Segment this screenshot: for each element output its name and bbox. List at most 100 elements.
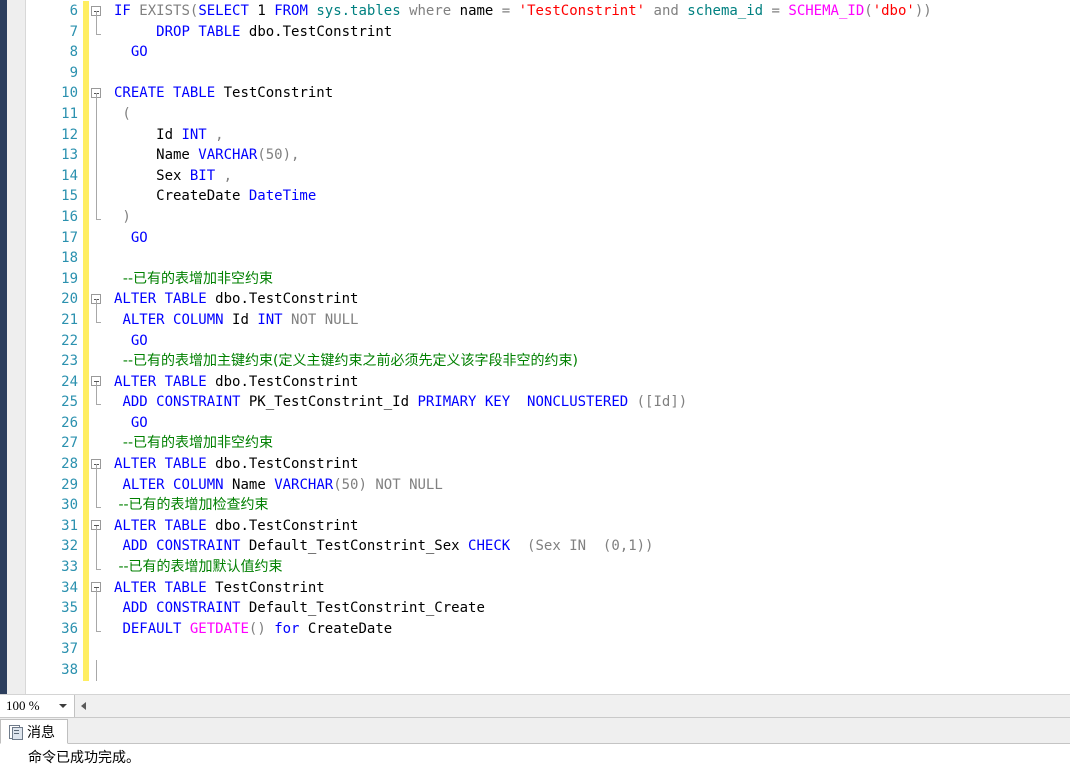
code-line[interactable]: 11 ( bbox=[26, 103, 1070, 125]
change-indicator-bar bbox=[83, 248, 89, 269]
code-line[interactable]: 32 ADD CONSTRAINT Default_TestConstrint_… bbox=[26, 536, 1070, 558]
code-line[interactable]: 37 bbox=[26, 639, 1070, 660]
code-token: GO bbox=[130, 229, 148, 246]
code-line-list[interactable]: 6 IF EXISTS(SELECT 1 FROM sys.tables wher… bbox=[26, 0, 1070, 681]
code-line[interactable]: 20 ALTER TABLE dbo.TestConstrint bbox=[26, 289, 1070, 310]
horizontal-scrollbar[interactable] bbox=[75, 695, 1070, 717]
code-text: Id INT , bbox=[114, 125, 223, 146]
code-line[interactable]: 16 ) bbox=[26, 206, 1070, 228]
code-token: dbo.TestConstrint bbox=[215, 456, 359, 473]
code-token: TABLE bbox=[164, 373, 216, 390]
collapse-region-icon[interactable] bbox=[90, 83, 104, 104]
tab-messages[interactable]: 消息 bbox=[0, 719, 68, 744]
code-line[interactable]: 12 Id INT , bbox=[26, 124, 1070, 146]
code-scroll-area[interactable]: 6 IF EXISTS(SELECT 1 FROM sys.tables wher… bbox=[26, 0, 1070, 694]
code-token: dbo.TestConstrint bbox=[248, 23, 393, 40]
code-line[interactable]: 22 GO bbox=[26, 330, 1070, 352]
code-line[interactable]: 10 CREATE TABLE TestConstrint bbox=[26, 83, 1070, 104]
line-number: 16 bbox=[61, 208, 78, 225]
code-line[interactable]: 6 IF EXISTS(SELECT 1 FROM sys.tables wher… bbox=[26, 1, 1070, 22]
code-line[interactable]: 34 ALTER TABLE TestConstrint bbox=[26, 577, 1070, 599]
code-line[interactable]: 25 ADD CONSTRAINT PK_TestConstrint_Id PR… bbox=[26, 392, 1070, 413]
code-token: BIT bbox=[189, 167, 224, 184]
code-text: ADD CONSTRAINT Default_TestConstrint_Sex… bbox=[114, 536, 654, 557]
code-line[interactable]: 28 ALTER TABLE dbo.TestConstrint bbox=[26, 454, 1070, 475]
code-line[interactable]: 21 ALTER COLUMN Id INT NOT NULL bbox=[26, 309, 1070, 331]
code-text: ADD CONSTRAINT Default_TestConstrint_Cre… bbox=[114, 598, 484, 619]
line-number: 36 bbox=[61, 620, 78, 637]
code-line[interactable]: 15 CreateDate DateTime bbox=[26, 186, 1070, 207]
code-line[interactable]: 9 bbox=[26, 62, 1070, 84]
scroll-left-arrow-icon[interactable] bbox=[75, 695, 91, 717]
code-token: ALTER bbox=[122, 476, 174, 493]
code-line[interactable]: 13 Name VARCHAR(50), bbox=[26, 145, 1070, 166]
collapse-region-icon[interactable] bbox=[90, 289, 104, 310]
code-text: ALTER COLUMN Name VARCHAR(50) NOT NULL bbox=[114, 475, 442, 496]
code-token: PRIMARY KEY bbox=[417, 394, 519, 411]
fold-margin-empty bbox=[90, 639, 104, 660]
change-indicator-bar bbox=[83, 289, 89, 310]
code-line[interactable]: 26 GO bbox=[26, 412, 1070, 434]
selection-margin[interactable] bbox=[7, 0, 26, 694]
messages-output[interactable]: 命令已成功完成。 bbox=[0, 744, 1070, 775]
code-token: ADD bbox=[122, 394, 157, 411]
code-token: where bbox=[409, 3, 460, 19]
code-text: ALTER TABLE TestConstrint bbox=[114, 578, 325, 599]
change-indicator-bar bbox=[83, 103, 89, 125]
code-line[interactable]: 30 --已有的表增加检查约束 bbox=[26, 495, 1070, 516]
collapse-region-icon[interactable] bbox=[90, 454, 104, 475]
region-end-marker bbox=[90, 206, 104, 228]
code-token: TABLE bbox=[198, 23, 249, 40]
chevron-down-icon[interactable] bbox=[59, 704, 67, 708]
code-token: PK_TestConstrint_Id bbox=[248, 394, 418, 411]
code-line[interactable]: 24 ALTER TABLE dbo.TestConstrint bbox=[26, 371, 1070, 393]
line-number: 14 bbox=[61, 167, 78, 184]
code-token: CONSTRAINT bbox=[156, 538, 249, 555]
line-number: 31 bbox=[61, 517, 78, 534]
change-indicator-bar bbox=[83, 268, 89, 290]
code-line[interactable]: 18 bbox=[26, 248, 1070, 269]
code-text: --已有的表增加非空约束 bbox=[114, 269, 273, 290]
code-line[interactable]: 23 --已有的表增加主键约束(定义主键约束之前必须先定义该字段非空的约束) bbox=[26, 351, 1070, 372]
line-number: 27 bbox=[61, 435, 78, 452]
collapse-region-icon[interactable] bbox=[90, 578, 104, 599]
code-token: --已有的表增加非空约束 bbox=[114, 270, 274, 287]
code-line[interactable]: 7 DROP TABLE dbo.TestConstrint bbox=[26, 21, 1070, 43]
sql-editor-pane[interactable]: 6 IF EXISTS(SELECT 1 FROM sys.tables wher… bbox=[0, 0, 1070, 694]
code-line[interactable]: 33 --已有的表增加默认值约束 bbox=[26, 557, 1070, 578]
code-token: SELECT bbox=[198, 3, 258, 19]
editor-status-strip[interactable]: 100 % bbox=[0, 694, 1070, 718]
line-number: 11 bbox=[61, 105, 78, 122]
code-line[interactable]: 8 GO bbox=[26, 42, 1070, 63]
code-line[interactable]: 29 ALTER COLUMN Name VARCHAR(50) NOT NUL… bbox=[26, 474, 1070, 496]
collapse-region-icon[interactable] bbox=[90, 516, 104, 537]
ssms-query-window: 6 IF EXISTS(SELECT 1 FROM sys.tables wher… bbox=[0, 0, 1070, 775]
fold-margin-empty bbox=[90, 228, 104, 249]
code-line[interactable]: 36 DEFAULT GETDATE() for CreateDate bbox=[26, 618, 1070, 640]
zoom-level-combobox[interactable]: 100 % bbox=[0, 695, 75, 717]
code-token: (50) bbox=[333, 476, 376, 493]
code-text: DROP TABLE dbo.TestConstrint bbox=[114, 22, 392, 43]
code-token: ( bbox=[114, 105, 131, 122]
code-line[interactable]: 35 ADD CONSTRAINT Default_TestConstrint_… bbox=[26, 598, 1070, 619]
code-text: CREATE TABLE TestConstrint bbox=[114, 83, 333, 104]
code-line[interactable]: 38 bbox=[26, 660, 1070, 681]
code-line[interactable]: 31 ALTER TABLE dbo.TestConstrint bbox=[26, 515, 1070, 537]
code-text: DEFAULT GETDATE() for CreateDate bbox=[114, 619, 392, 640]
code-token: (0,1)) bbox=[594, 538, 654, 555]
code-token: TABLE bbox=[164, 291, 216, 308]
code-line[interactable]: 17 GO bbox=[26, 227, 1070, 249]
code-line[interactable]: 14 Sex BIT , bbox=[26, 165, 1070, 187]
code-token: TestConstrint bbox=[223, 85, 334, 102]
code-token: ( bbox=[864, 3, 873, 19]
code-token: , bbox=[223, 167, 233, 184]
change-indicator-bar bbox=[83, 124, 89, 146]
code-line[interactable]: 27 --已有的表增加非空约束 bbox=[26, 433, 1070, 455]
code-token: ALTER bbox=[114, 579, 165, 596]
collapse-region-icon[interactable] bbox=[90, 1, 104, 22]
code-line[interactable]: 19 --已有的表增加非空约束 bbox=[26, 268, 1070, 290]
code-token: TABLE bbox=[173, 85, 224, 102]
results-tabstrip[interactable]: 消息 bbox=[0, 718, 1070, 744]
collapse-region-icon[interactable] bbox=[90, 372, 104, 393]
